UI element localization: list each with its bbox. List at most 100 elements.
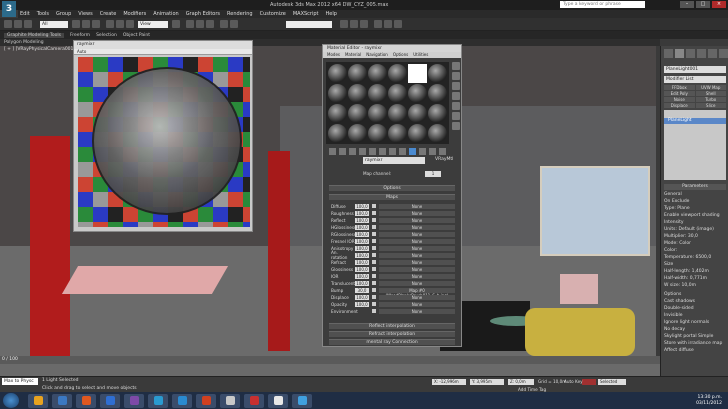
map-slot-button[interactable]: None	[379, 245, 455, 251]
map-checkbox[interactable]	[372, 288, 376, 292]
taskbar-app[interactable]	[100, 393, 120, 408]
material-name-field[interactable]: raymixr	[363, 157, 425, 164]
taskbar-app[interactable]	[52, 393, 72, 408]
ribbon-object-paint-tab[interactable]: Object Paint	[123, 33, 150, 38]
render-auto-tab[interactable]: Auto	[74, 49, 86, 54]
param-invisible[interactable]: Invisible	[664, 313, 683, 318]
put-to-scene-icon[interactable]	[339, 148, 346, 155]
map-slot-button[interactable]: None	[379, 308, 455, 314]
map-slot-button[interactable]: None	[379, 252, 455, 258]
modify-tab-icon[interactable]	[675, 49, 684, 58]
menu-tools[interactable]: Tools	[37, 11, 49, 17]
sample-slot[interactable]	[328, 104, 347, 123]
param-temperature[interactable]: Temperature: 6500,0	[664, 255, 711, 260]
display-tab-icon[interactable]	[708, 49, 717, 58]
map-slot-button[interactable]: None	[379, 266, 455, 272]
map-channel-field[interactable]: 1	[425, 171, 441, 177]
menu-create[interactable]: Create	[100, 11, 117, 17]
sample-type-icon[interactable]	[452, 62, 460, 70]
param-ignore-normals[interactable]: Ignore light normals	[664, 320, 709, 325]
map-amount[interactable]: 100,0	[355, 273, 369, 279]
redo-icon[interactable]	[14, 20, 22, 28]
map-checkbox[interactable]	[372, 232, 376, 236]
options-icon[interactable]	[452, 122, 460, 130]
render-frame-window[interactable]: raymixr Auto	[73, 40, 253, 232]
sample-slot[interactable]	[388, 84, 407, 103]
mod-ffdbox-button[interactable]: FFDbox	[664, 85, 695, 90]
copy-material-icon[interactable]	[369, 148, 376, 155]
map-amount[interactable]: 100,0	[355, 210, 369, 216]
map-amount[interactable]: 100,0	[355, 294, 369, 300]
parameters-rollout[interactable]: Parameters	[664, 184, 726, 190]
preview-icon[interactable]	[452, 112, 460, 120]
video-color-icon[interactable]	[452, 102, 460, 110]
y-coord-field[interactable]: Y: 3,995m	[470, 379, 504, 385]
map-slot-button[interactable]: Map #0 (WoodPlanksBrush011_S_b.jpg)	[379, 287, 455, 298]
snap-icon[interactable]	[186, 20, 194, 28]
link-icon[interactable]	[24, 20, 32, 28]
show-end-result-icon[interactable]	[419, 148, 426, 155]
sample-slot[interactable]	[428, 84, 447, 103]
taskbar-app[interactable]	[268, 393, 288, 408]
x-coord-field[interactable]: X: -12,996m	[432, 379, 466, 385]
sample-slot[interactable]	[408, 104, 427, 123]
map-amount[interactable]: 100,0	[355, 231, 369, 237]
param-mode[interactable]: Mode: Color	[664, 241, 691, 246]
sample-slot[interactable]	[348, 64, 367, 83]
map-amount[interactable]: 100,0	[355, 224, 369, 230]
sample-slot[interactable]	[328, 124, 347, 143]
reflect-interp-rollout[interactable]: Reflect interpolation	[329, 323, 455, 329]
map-amount[interactable]: 100,0	[355, 245, 369, 251]
render-frame-icon[interactable]	[384, 20, 392, 28]
sample-slot[interactable]	[328, 84, 347, 103]
param-type[interactable]: Type: Plane	[664, 206, 690, 211]
param-cast-shadows[interactable]: Cast shadows	[664, 299, 695, 304]
selection-filter-dropdown[interactable]: All	[40, 21, 68, 28]
sample-slot[interactable]	[428, 104, 447, 123]
start-button-icon[interactable]	[3, 393, 19, 408]
sample-slot[interactable]	[348, 104, 367, 123]
map-slot-button[interactable]: None	[379, 210, 455, 216]
utilities-tab-icon[interactable]	[719, 49, 728, 58]
mod-displace-button[interactable]: Displace	[664, 103, 695, 108]
map-slot-button[interactable]: None	[379, 301, 455, 307]
motion-tab-icon[interactable]	[697, 49, 706, 58]
param-skylight-portal[interactable]: Skylight portal Simple	[664, 334, 713, 339]
sample-slot[interactable]	[328, 64, 347, 83]
menu-graph-editors[interactable]: Graph Editors	[186, 11, 220, 17]
map-slot-button[interactable]: None	[379, 273, 455, 279]
put-library-icon[interactable]	[389, 148, 396, 155]
sample-slot[interactable]	[408, 124, 427, 143]
app-logo-icon[interactable]: 3	[2, 1, 16, 17]
map-checkbox[interactable]	[372, 302, 376, 306]
time-slider[interactable]: 0 / 100	[0, 356, 660, 364]
taskbar-app[interactable]	[148, 393, 168, 408]
close-icon[interactable]: ×	[712, 1, 726, 8]
sample-slot-active[interactable]	[408, 64, 427, 83]
menu-rendering[interactable]: Rendering	[227, 11, 253, 17]
taskbar-app[interactable]	[172, 393, 192, 408]
minimize-icon[interactable]: –	[680, 1, 694, 8]
map-amount[interactable]: 100,0	[355, 203, 369, 209]
options-rollout[interactable]: Options	[329, 185, 455, 191]
select-by-name-icon[interactable]	[82, 20, 90, 28]
map-checkbox[interactable]	[372, 267, 376, 271]
map-slot-button[interactable]: None	[379, 259, 455, 265]
curve-editor-icon[interactable]	[340, 20, 348, 28]
map-checkbox[interactable]	[372, 309, 376, 313]
mod-shell-button[interactable]: Shell	[695, 91, 726, 96]
render-setup-icon[interactable]	[374, 20, 382, 28]
mod-editpoly-button[interactable]: Edit Poly	[664, 91, 695, 96]
undo-icon[interactable]	[4, 20, 12, 28]
me-menu-options[interactable]: Options	[393, 52, 408, 58]
map-amount[interactable]: 100,0	[355, 266, 369, 272]
search-input[interactable]: Type a keyword or phrase	[560, 1, 645, 8]
reference-coord-dropdown[interactable]: View	[138, 21, 168, 28]
effects-channel-icon[interactable]	[399, 148, 406, 155]
menu-help[interactable]: Help	[326, 11, 337, 17]
align-icon[interactable]	[230, 20, 238, 28]
taskbar-app[interactable]	[28, 393, 48, 408]
sample-slot[interactable]	[368, 64, 387, 83]
menu-modifiers[interactable]: Modifiers	[123, 11, 146, 17]
menu-views[interactable]: Views	[78, 11, 92, 17]
